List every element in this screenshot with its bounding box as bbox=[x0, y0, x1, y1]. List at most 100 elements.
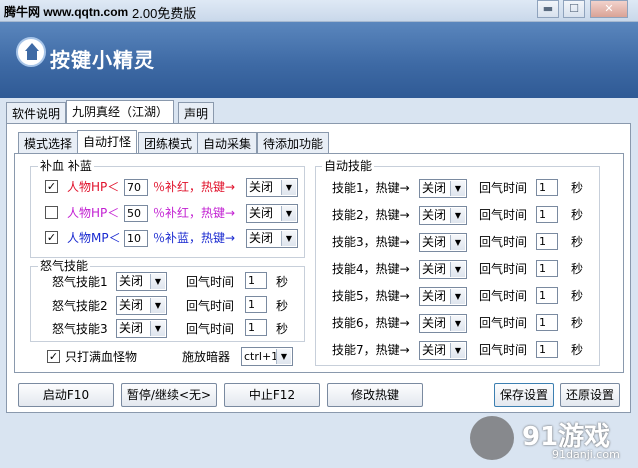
hp-pink-threshold-input[interactable]: 50 bbox=[124, 205, 148, 222]
skill-5-cooldown-input[interactable]: 1 bbox=[536, 287, 558, 304]
skill-7-hotkey-select[interactable]: 关闭 ▼ bbox=[419, 341, 467, 360]
cooldown-label: 回气时间 bbox=[186, 322, 235, 336]
tab-pending-features[interactable]: 待添加功能 bbox=[257, 132, 330, 153]
seconds-unit: 秒 bbox=[571, 262, 584, 276]
site-logo: 91游戏 91danji.com bbox=[470, 412, 630, 464]
hp-red-label: 人物HP＜ bbox=[67, 180, 120, 194]
gamepad-logo-icon bbox=[470, 416, 514, 460]
rage-group-title: 怒气技能 bbox=[38, 259, 91, 273]
skill-5-hotkey-select[interactable]: 关闭 ▼ bbox=[419, 287, 467, 306]
rage-skill-1-cooldown-input[interactable]: 1 bbox=[245, 272, 267, 289]
mp-threshold-input[interactable]: 10 bbox=[124, 230, 148, 247]
hp-red-hotkey-select[interactable]: 关闭 ▼ bbox=[246, 178, 298, 197]
rage-skill-3-hotkey-select[interactable]: 关闭 ▼ bbox=[116, 319, 167, 338]
cooldown-label: 回气时间 bbox=[479, 181, 528, 195]
chevron-down-icon: ▼ bbox=[450, 235, 465, 250]
mp-checkbox[interactable]: ✓ bbox=[45, 231, 58, 244]
chevron-down-icon: ▼ bbox=[276, 349, 291, 364]
rage-skill-2-hotkey-value: 关闭 bbox=[119, 298, 144, 312]
skill-6-hotkey-select[interactable]: 关闭 ▼ bbox=[419, 314, 467, 333]
hp-red-suffix: ％补红，热键→ bbox=[153, 180, 236, 194]
hp-pink-suffix: ％补红，热键→ bbox=[153, 206, 236, 220]
seconds-unit: 秒 bbox=[571, 289, 584, 303]
watermark-text: 腾牛网 www.qqtn.com bbox=[4, 5, 129, 19]
tab-auto-gather[interactable]: 自动采集 bbox=[197, 132, 258, 153]
mp-suffix: ％补蓝，热键→ bbox=[153, 231, 236, 245]
chevron-down-icon: ▼ bbox=[281, 180, 296, 195]
window-title: 2.00免费版 bbox=[132, 6, 197, 21]
hp-pink-hotkey-value: 关闭 bbox=[249, 206, 274, 220]
hp-red-checkbox[interactable]: ✓ bbox=[45, 180, 58, 193]
skill-3-label: 技能3，热键→ bbox=[332, 235, 410, 249]
skill-3-hotkey-select[interactable]: 关闭 ▼ bbox=[419, 233, 467, 252]
rage-skill-1-hotkey-select[interactable]: 关闭 ▼ bbox=[116, 272, 167, 291]
stop-button[interactable]: 中止F12 bbox=[224, 383, 320, 407]
mp-label: 人物MP＜ bbox=[67, 231, 121, 245]
skill-1-hotkey-select[interactable]: 关闭 ▼ bbox=[419, 179, 467, 198]
auto-skill-group-title: 自动技能 bbox=[322, 159, 375, 173]
minimize-button[interactable]: ▬ bbox=[537, 0, 559, 18]
hp-red-threshold-input[interactable]: 70 bbox=[124, 179, 148, 196]
skill-1-hotkey-value: 关闭 bbox=[422, 181, 447, 195]
tab-jiuyin[interactable]: 九阴真经（江湖） bbox=[66, 100, 175, 123]
rage-skill-2-hotkey-select[interactable]: 关闭 ▼ bbox=[116, 296, 167, 315]
skill-2-hotkey-select[interactable]: 关闭 ▼ bbox=[419, 206, 467, 225]
seconds-unit: 秒 bbox=[276, 275, 289, 289]
maximize-button[interactable]: ☐ bbox=[563, 0, 585, 18]
chevron-down-icon: ▼ bbox=[150, 274, 165, 289]
hp-pink-checkbox[interactable] bbox=[45, 206, 58, 219]
rage-skill-1-hotkey-value: 关闭 bbox=[119, 274, 144, 288]
chevron-down-icon: ▼ bbox=[281, 231, 296, 246]
edit-hotkey-button[interactable]: 修改热键 bbox=[327, 383, 423, 407]
skill-7-hotkey-value: 关闭 bbox=[422, 343, 447, 357]
rage-skill-label: 怒气技能3 bbox=[52, 322, 108, 336]
hp-pink-label: 人物HP＜ bbox=[67, 206, 120, 220]
skill-4-hotkey-select[interactable]: 关闭 ▼ bbox=[419, 260, 467, 279]
close-button[interactable]: ✕ bbox=[590, 0, 628, 18]
skill-1-label: 技能1，热键→ bbox=[332, 181, 410, 195]
site-logo-url: 91danji.com bbox=[552, 448, 620, 461]
rage-skill-2-cooldown-input[interactable]: 1 bbox=[245, 296, 267, 313]
chevron-down-icon: ▼ bbox=[450, 316, 465, 331]
restore-settings-button[interactable]: 还原设置 bbox=[560, 383, 620, 407]
tab-auto-fight[interactable]: 自动打怪 bbox=[77, 130, 138, 153]
seconds-unit: 秒 bbox=[571, 208, 584, 222]
house-logo-icon bbox=[16, 37, 46, 67]
skill-2-hotkey-value: 关闭 bbox=[422, 208, 447, 222]
rage-skill-3-cooldown-input[interactable]: 1 bbox=[245, 319, 267, 336]
start-button[interactable]: 启动F10 bbox=[18, 383, 114, 407]
tab-mode-select[interactable]: 模式选择 bbox=[18, 132, 79, 153]
skill-4-label: 技能4，热键→ bbox=[332, 262, 410, 276]
save-settings-button[interactable]: 保存设置 bbox=[494, 383, 554, 407]
mp-hotkey-select[interactable]: 关闭 ▼ bbox=[246, 229, 298, 248]
tab-software-info[interactable]: 软件说明 bbox=[6, 102, 67, 123]
skill-2-cooldown-input[interactable]: 1 bbox=[536, 206, 558, 223]
skill-6-hotkey-value: 关闭 bbox=[422, 316, 447, 330]
cooldown-label: 回气时间 bbox=[186, 299, 235, 313]
skill-7-label: 技能7，热键→ bbox=[332, 343, 410, 357]
hidden-weapon-select[interactable]: ctrl+1 ▼ bbox=[241, 347, 293, 366]
chevron-down-icon: ▼ bbox=[450, 208, 465, 223]
hidden-weapon-label: 施放暗器 bbox=[182, 350, 231, 364]
skill-2-label: 技能2，热键→ bbox=[332, 208, 410, 222]
skill-6-cooldown-input[interactable]: 1 bbox=[536, 314, 558, 331]
tab-statement[interactable]: 声明 bbox=[178, 102, 215, 123]
only-full-hp-checkbox[interactable]: ✓ bbox=[47, 350, 60, 363]
rage-skill-label: 怒气技能2 bbox=[52, 299, 108, 313]
tab-team-mode[interactable]: 团练模式 bbox=[138, 132, 199, 153]
skill-7-cooldown-input[interactable]: 1 bbox=[536, 341, 558, 358]
cooldown-label: 回气时间 bbox=[479, 316, 528, 330]
hp-pink-hotkey-select[interactable]: 关闭 ▼ bbox=[246, 204, 298, 223]
skill-4-cooldown-input[interactable]: 1 bbox=[536, 260, 558, 277]
seconds-unit: 秒 bbox=[276, 299, 289, 313]
chevron-down-icon: ▼ bbox=[281, 206, 296, 221]
chevron-down-icon: ▼ bbox=[450, 289, 465, 304]
cooldown-label: 回气时间 bbox=[186, 275, 235, 289]
skill-1-cooldown-input[interactable]: 1 bbox=[536, 179, 558, 196]
hidden-weapon-value: ctrl+1 bbox=[244, 350, 279, 363]
skill-3-cooldown-input[interactable]: 1 bbox=[536, 233, 558, 250]
chevron-down-icon: ▼ bbox=[450, 181, 465, 196]
hp-red-hotkey-value: 关闭 bbox=[249, 180, 274, 194]
seconds-unit: 秒 bbox=[571, 235, 584, 249]
pause-resume-button[interactable]: 暂停/继续<无> bbox=[121, 383, 217, 407]
